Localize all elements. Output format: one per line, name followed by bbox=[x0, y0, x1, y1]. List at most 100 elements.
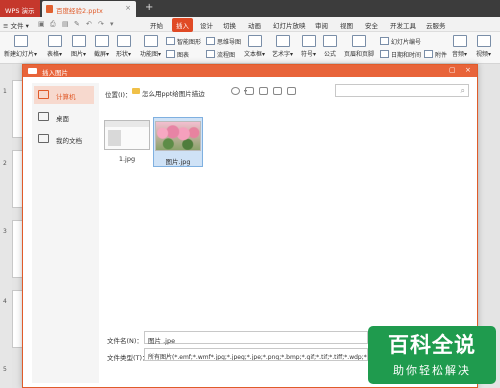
close-icon[interactable]: × bbox=[465, 66, 471, 74]
location-value: 怎么用ppt给图片描边 bbox=[142, 90, 205, 98]
screenshot-button[interactable]: 截屏▾ bbox=[94, 35, 109, 58]
audio-button[interactable]: 音频▾ bbox=[452, 35, 467, 58]
menu-insert[interactable]: 插入 bbox=[172, 18, 193, 32]
places-sidebar: 计算机 桌面 我的文档 bbox=[32, 83, 99, 383]
file-item[interactable]: 图片.jpg bbox=[153, 117, 203, 167]
file-list: 1.jpg 图片.jpg bbox=[100, 102, 476, 321]
menu-review[interactable]: 审阅 bbox=[315, 20, 328, 30]
flowchart-button[interactable]: 流程图 bbox=[206, 50, 235, 59]
video-button[interactable]: 视频▾ bbox=[476, 35, 491, 58]
wordart-button[interactable]: 艺术字▾ bbox=[272, 35, 293, 58]
textbox-label: 文本框▾ bbox=[244, 51, 266, 58]
folder-icon bbox=[132, 88, 140, 94]
undo-icon[interactable]: ↶ bbox=[86, 20, 92, 28]
menu-slideshow[interactable]: 幻灯片放映 bbox=[273, 20, 306, 30]
slide-number: 1 bbox=[3, 88, 7, 95]
menu-animation[interactable]: 动画 bbox=[248, 20, 261, 30]
search-input[interactable]: ⌕ bbox=[335, 84, 469, 97]
wps-logo-icon bbox=[28, 68, 37, 74]
symbol-button[interactable]: 符号▾ bbox=[301, 35, 316, 58]
dialog-title: 插入图片 bbox=[42, 69, 68, 77]
new-slide-button[interactable]: 新建幻灯片▾ bbox=[4, 35, 37, 58]
smart-art-button[interactable]: 智能图形 bbox=[166, 37, 201, 46]
screenshot-icon bbox=[94, 35, 109, 47]
menu-view[interactable]: 视图 bbox=[340, 20, 353, 30]
shape-icon bbox=[116, 35, 131, 47]
menu-transition[interactable]: 切换 bbox=[223, 20, 236, 30]
slide-number-button[interactable]: 幻灯片编号 bbox=[380, 37, 421, 46]
ribbon: 新建幻灯片▾ 表格▾ 图片▾ 截屏▾ 形状▾ 功能图▾ 智能图形 思维导图 图表… bbox=[0, 32, 500, 64]
dialog-title-bar: 插入图片 ▢ × bbox=[23, 65, 477, 77]
view-mode-icon[interactable] bbox=[287, 87, 296, 95]
textbox-icon bbox=[247, 35, 262, 47]
function-chart-button[interactable]: 功能图▾ bbox=[140, 35, 161, 58]
textbox-button[interactable]: 文本框▾ bbox=[244, 35, 265, 58]
app-tab[interactable]: WPS 演示 bbox=[0, 0, 40, 17]
refresh-icon[interactable] bbox=[273, 87, 282, 95]
slide-number: 4 bbox=[3, 298, 7, 305]
customize-icon[interactable]: ▾ bbox=[110, 20, 114, 28]
video-icon bbox=[476, 35, 491, 47]
filetype-select[interactable]: 所有图片(*.emf;*.wmf*.jpg;*.jpeg;*.jpe;*.png… bbox=[144, 348, 368, 361]
up-folder-icon[interactable] bbox=[245, 87, 254, 95]
picture-button[interactable]: 图片▾ bbox=[71, 35, 86, 58]
document-tab[interactable]: 百度经验2.pptx × bbox=[42, 1, 136, 17]
screenshot-label: 截屏▾ bbox=[94, 51, 110, 58]
sidebar-item-documents[interactable]: 我的文档 bbox=[34, 130, 94, 148]
date-time-button[interactable]: 日期和时间 bbox=[380, 50, 421, 59]
file-menu-button[interactable]: ≡ 文件 ▾ bbox=[3, 20, 29, 30]
symbol-label: 符号▾ bbox=[301, 51, 317, 58]
documents-icon bbox=[38, 134, 49, 143]
search-icon: ⌕ bbox=[460, 86, 465, 95]
file-thumbnail bbox=[104, 120, 150, 150]
video-label: 视频▾ bbox=[476, 51, 492, 58]
attachment-button[interactable]: 附件 bbox=[424, 50, 447, 59]
file-name: 图片.jpg bbox=[165, 158, 191, 166]
menu-start[interactable]: 开始 bbox=[150, 20, 163, 30]
sidebar-item-desktop[interactable]: 桌面 bbox=[34, 108, 94, 126]
wordart-icon bbox=[275, 35, 290, 47]
table-button[interactable]: 表格▾ bbox=[47, 35, 62, 58]
location-combobox[interactable]: 怎么用ppt给图片描边 ▾ bbox=[131, 85, 247, 98]
slide-number: 2 bbox=[3, 160, 7, 167]
equation-button[interactable]: 公式 bbox=[323, 35, 337, 58]
menu-developer[interactable]: 开发工具 bbox=[390, 20, 416, 30]
print-icon[interactable]: ⎙ bbox=[50, 20, 56, 29]
save-icon[interactable]: ▣ bbox=[38, 20, 45, 28]
location-label: 位置(I)： bbox=[105, 91, 132, 99]
menu-security[interactable]: 安全 bbox=[365, 20, 378, 30]
new-folder-icon[interactable] bbox=[259, 87, 268, 95]
redo-icon[interactable]: ↷ bbox=[98, 20, 104, 28]
audio-icon bbox=[452, 35, 467, 47]
header-footer-button[interactable]: 页眉和页脚 bbox=[344, 35, 374, 58]
table-label: 表格▾ bbox=[47, 51, 63, 58]
file-thumbnail bbox=[155, 121, 201, 151]
header-footer-icon bbox=[352, 35, 366, 47]
sidebar-item-label: 我的文档 bbox=[56, 137, 82, 145]
maximize-icon[interactable]: ▢ bbox=[449, 66, 456, 74]
omega-icon bbox=[301, 35, 316, 47]
watermark-logo: 百科全说 助你轻松解决 bbox=[368, 326, 496, 384]
new-tab-icon[interactable]: + bbox=[145, 2, 153, 13]
close-tab-icon[interactable]: × bbox=[125, 4, 131, 12]
menu-design[interactable]: 设计 bbox=[200, 20, 213, 30]
new-slide-icon bbox=[13, 35, 28, 47]
preview-icon[interactable]: ▤ bbox=[62, 20, 69, 28]
format-painter-icon[interactable]: ✎ bbox=[74, 20, 80, 28]
title-bar: WPS 演示 百度经验2.pptx × + bbox=[0, 0, 500, 17]
back-icon[interactable] bbox=[231, 87, 240, 95]
shape-label: 形状▾ bbox=[116, 51, 132, 58]
computer-icon bbox=[38, 90, 49, 99]
sidebar-item-label: 计算机 bbox=[56, 93, 76, 101]
mind-map-button[interactable]: 思维导图 bbox=[206, 37, 241, 46]
desktop-icon bbox=[38, 112, 49, 121]
filename-input[interactable]: 图片 .jpe bbox=[144, 331, 368, 345]
menu-cloud[interactable]: 云服务 bbox=[426, 20, 446, 30]
file-item[interactable]: 1.jpg bbox=[102, 117, 152, 163]
sidebar-item-computer[interactable]: 计算机 bbox=[34, 86, 94, 104]
file-name: 1.jpg bbox=[118, 155, 136, 163]
shape-button[interactable]: 形状▾ bbox=[116, 35, 131, 58]
chart-button[interactable]: 图表 bbox=[166, 50, 189, 59]
audio-label: 音频▾ bbox=[452, 51, 468, 58]
picture-label: 图片▾ bbox=[71, 51, 87, 58]
